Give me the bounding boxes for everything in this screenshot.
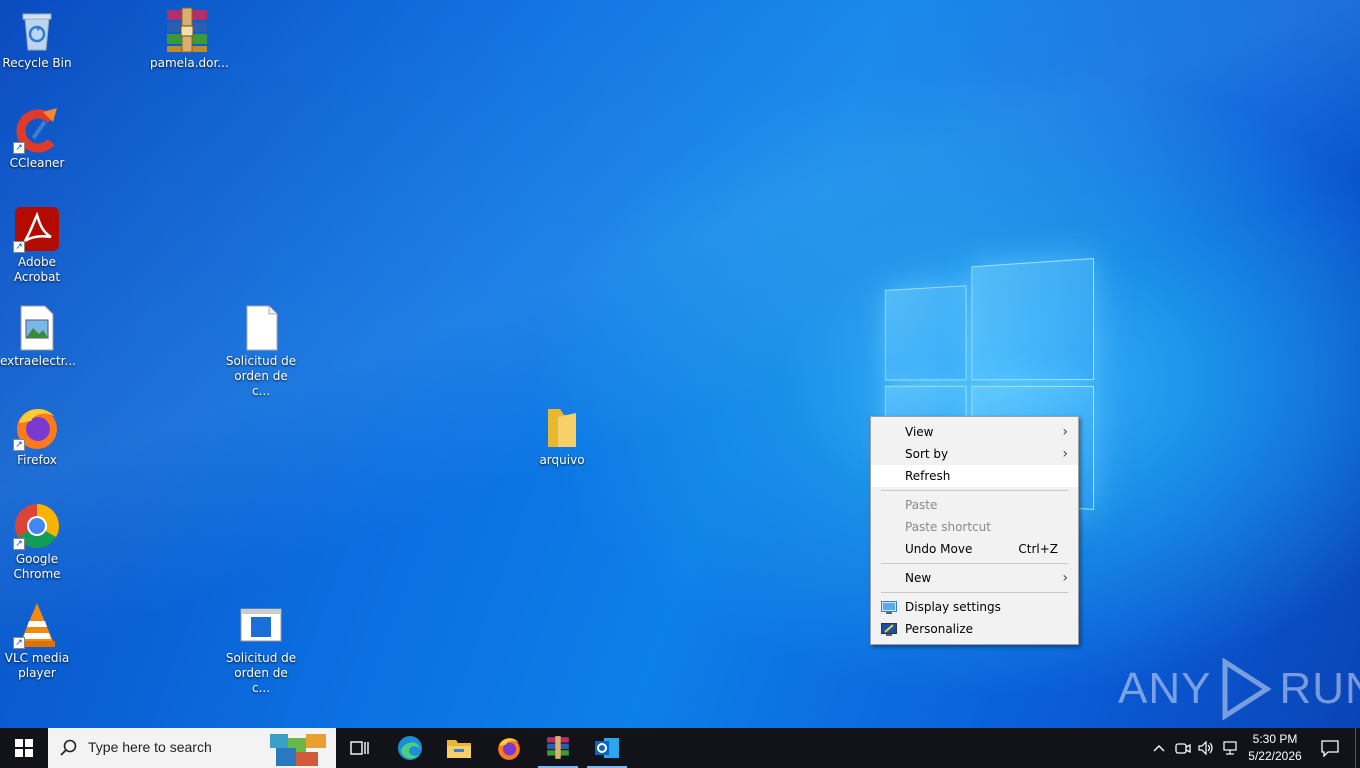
clock-date: 5/22/2026 [1248,749,1302,763]
menu-item-paste-shortcut: Paste shortcut [871,516,1078,538]
desktop-icon-label: extraelectr... [0,354,76,368]
display-settings-icon [881,600,897,614]
desktop-icon-label: VLC media player [4,651,70,680]
menu-item-label: Undo Move [905,542,973,556]
taskbar-task-view[interactable] [336,728,384,768]
chrome-icon: ↗ [13,502,61,550]
menu-item-shortcut: Ctrl+Z [1018,542,1058,556]
menu-item-paste: Paste [871,494,1078,516]
taskbar-search-box[interactable]: Type here to search [48,728,336,768]
firefox-icon: ↗ [13,403,61,451]
desktop-icon-solicitud-1[interactable]: Solicitud de orden de c... [224,304,298,399]
vlc-icon: ↗ [13,601,61,649]
menu-separator [881,592,1068,593]
menu-item-label: Paste [905,498,938,512]
notification-icon [1321,740,1339,757]
taskbar-firefox[interactable] [485,728,533,768]
menu-item-new[interactable]: New › [871,567,1078,589]
action-center-button[interactable] [1310,728,1350,768]
chevron-up-icon[interactable] [1151,740,1167,756]
folder-icon [538,403,586,451]
menu-separator [881,490,1068,491]
winrar-icon [547,736,569,759]
desktop-icon-adobe-acrobat[interactable]: ↗ Adobe Acrobat [0,205,74,285]
menu-item-personalize[interactable]: Personalize [871,618,1078,640]
recycle-bin-icon [13,6,61,54]
desktop-icon-solicitud-2[interactable]: Solicitud de orden de c... [224,601,298,696]
play-triangle-icon [1222,658,1273,720]
desktop-icon-google-chrome[interactable]: ↗ Google Chrome [0,502,74,582]
task-view-icon [350,741,369,755]
image-file-icon [13,304,61,352]
menu-item-view[interactable]: View › [871,421,1078,443]
volume-icon[interactable] [1198,740,1214,756]
menu-item-sort-by[interactable]: Sort by › [871,443,1078,465]
desktop-icon-image-file[interactable]: extraelectr... [0,304,76,369]
firefox-icon [498,738,520,760]
windows-start-icon [15,739,33,757]
anyrun-watermark: ANY RUN [1118,656,1360,722]
desktop-icon-ccleaner[interactable]: ↗ CCleaner [0,106,74,171]
chevron-right-icon: › [1062,570,1068,586]
desktop-icon-recycle-bin[interactable]: Recycle Bin [0,6,74,71]
menu-item-display-settings[interactable]: Display settings [871,596,1078,618]
chevron-right-icon: › [1062,446,1068,462]
desktop-icon-label: arquivo [539,453,585,467]
meet-now-icon[interactable] [1175,740,1191,756]
taskbar: Type here to search 5:30 PM 5/22/2026 [0,728,1360,768]
menu-item-refresh[interactable]: Refresh [871,465,1078,487]
outlook-icon [595,738,619,758]
search-highlight-art-icon [270,734,326,766]
menu-item-label: Paste shortcut [905,520,991,534]
network-icon[interactable] [1222,740,1238,756]
desktop-icon-label: Solicitud de orden de c... [225,354,297,398]
blank-file-icon [237,304,285,352]
clock-time: 5:30 PM [1252,732,1298,746]
menu-separator [881,563,1068,564]
personalize-icon [881,622,897,636]
chevron-right-icon: › [1062,424,1068,440]
desktop-icon-label: Firefox [17,453,57,467]
menu-item-label: New [905,571,932,585]
desktop-icon-label: pamela.dor... [150,56,229,70]
desktop-icon-firefox[interactable]: ↗ Firefox [0,403,74,468]
desktop-icon-vlc-media-player[interactable]: ↗ VLC media player [0,601,74,681]
taskbar-winrar[interactable] [534,728,582,768]
menu-item-label: Refresh [905,469,951,483]
adobe-acrobat-icon: ↗ [13,205,61,253]
document-window-icon [237,601,285,649]
taskbar-file-explorer[interactable] [435,728,483,768]
desktop-icon-label: CCleaner [9,156,65,170]
search-placeholder: Type here to search [88,739,212,755]
watermark-text-left: ANY [1118,664,1212,713]
wallpaper-light-beam [0,0,1360,728]
menu-item-label: Sort by [905,447,949,461]
desktop-icon-label: Google Chrome [13,552,61,581]
search-icon [60,739,77,756]
menu-item-label: Personalize [905,622,974,636]
watermark-text-right: RUN [1279,664,1360,713]
start-button[interactable] [0,728,48,768]
ccleaner-icon: ↗ [13,106,61,154]
desktop-icon-label: Recycle Bin [2,56,72,70]
taskbar-outlook[interactable] [583,728,631,768]
taskbar-clock[interactable]: 5:30 PM 5/22/2026 [1240,731,1310,765]
desktop[interactable]: Recycle Bin pamela.dor... ↗ CCleaner ↗ A… [0,0,1360,728]
winrar-archive-icon [163,6,211,54]
taskbar-edge[interactable] [386,728,434,768]
desktop-icon-label: Adobe Acrobat [13,255,61,284]
file-explorer-icon [447,740,471,758]
show-desktop-button[interactable] [1355,728,1360,768]
menu-item-label: View [905,425,934,439]
desktop-icon-label: Solicitud de orden de c... [225,651,297,695]
menu-item-undo-move[interactable]: Undo Move Ctrl+Z [871,538,1078,560]
menu-item-label: Display settings [905,600,1001,614]
desktop-icon-arquivo-folder[interactable]: arquivo [525,403,599,468]
desktop-icon-winrar-archive[interactable]: pamela.dor... [150,6,229,71]
desktop-context-menu: View › Sort by › Refresh Paste Paste sho… [870,416,1079,645]
edge-icon [398,736,422,760]
